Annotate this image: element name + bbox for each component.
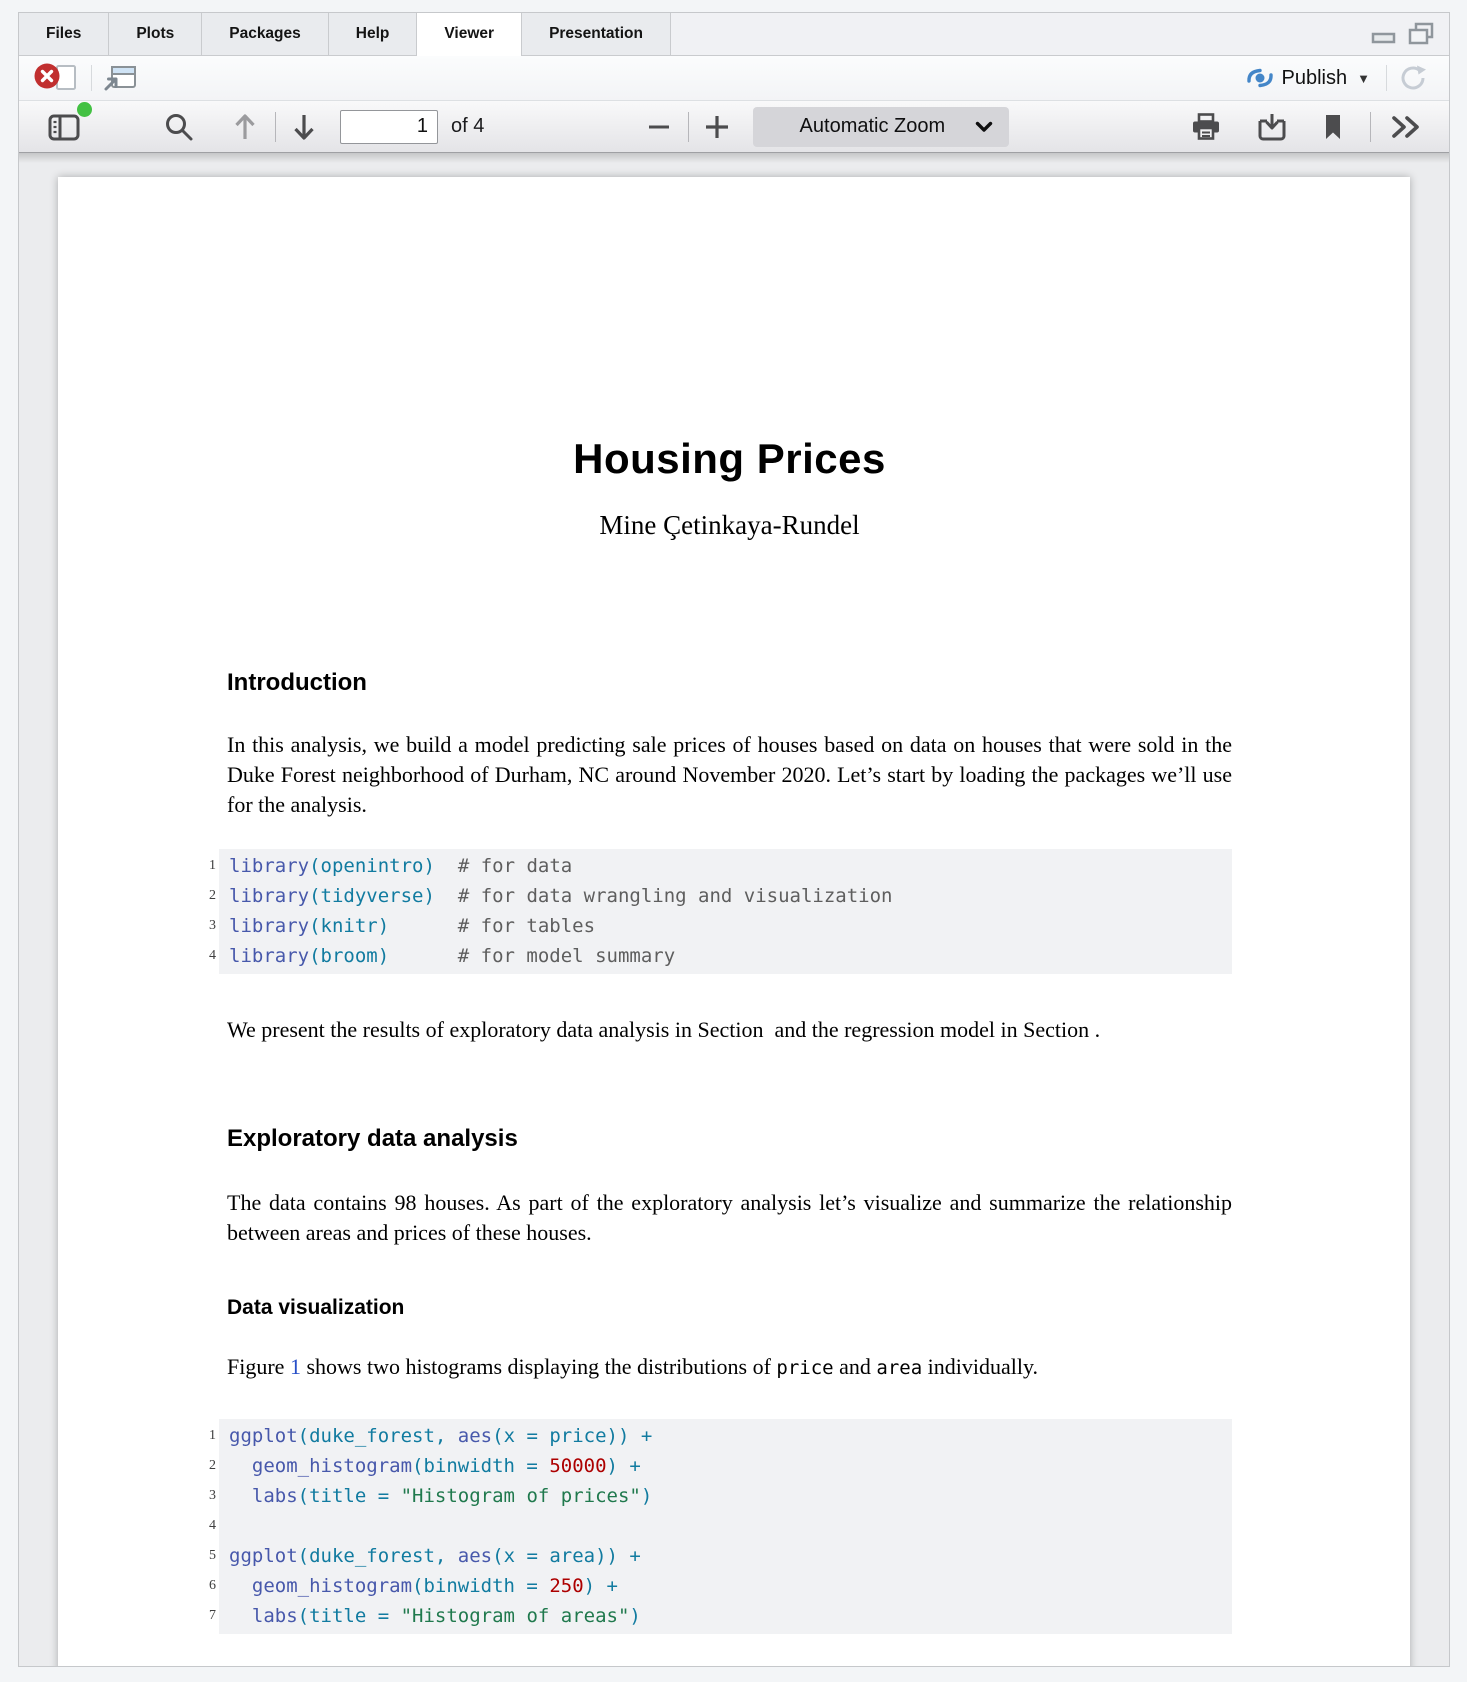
tab-packages[interactable]: Packages [202,13,329,55]
print-icon[interactable] [1186,108,1226,146]
zoom-in-icon[interactable] [699,109,735,145]
code-line-number: 4 [196,941,216,971]
code-line-number: 6 [196,1571,216,1601]
pdf-toolbar-separator [275,112,276,142]
figure-1-link[interactable]: 1 [290,1354,301,1379]
more-tools-icon[interactable] [1385,110,1427,144]
code-line-number: 7 [196,1601,216,1631]
viewer-pane: Files Plots Packages Help Viewer Present… [18,12,1450,1667]
paragraph-section-references: We present the results of exploratory da… [227,1015,1232,1045]
sidebar-toggle-button[interactable] [43,108,85,146]
pdf-page: Housing Prices Mine Çetinkaya-Rundel Int… [58,177,1410,1666]
maximize-pane-icon[interactable] [1407,22,1435,46]
code-line: 1library(openintro) # for data [229,851,1232,881]
sidebar-toggle-badge [77,102,92,117]
code-line: 3library(knitr) # for tables [229,911,1232,941]
zoom-out-icon[interactable] [642,110,676,144]
previous-page-icon[interactable] [227,108,263,146]
code-line-number: 2 [196,881,216,911]
tab-viewer[interactable]: Viewer [417,13,522,55]
paragraph-figure-reference: Figure 1 shows two histograms displaying… [227,1352,1232,1383]
refresh-icon[interactable] [1397,63,1429,93]
code-line: 3 labs(title = "Histogram of prices") [229,1481,1232,1511]
tab-help[interactable]: Help [329,13,418,55]
stop-viewer-icon[interactable] [33,61,81,95]
toolbar-separator [1386,65,1387,91]
toolbar-separator [91,65,92,91]
code-line: 1ggplot(duke_forest, aes(x = price)) + [229,1421,1232,1451]
zoom-level-label: Automatic Zoom [769,115,975,138]
code-line: 4library(broom) # for model summary [229,941,1232,971]
page-count-label: of 4 [451,115,484,138]
pdf-toolbar-separator [1370,112,1371,142]
pdf-toolbar: of 4 Automatic Zoom [19,101,1449,153]
code-line-number: 5 [196,1541,216,1571]
popout-window-icon[interactable] [102,63,138,93]
download-icon[interactable] [1252,108,1292,146]
bookmark-icon[interactable] [1318,109,1348,145]
next-page-icon[interactable] [286,108,322,146]
publish-button[interactable]: Publish ▼ [1240,64,1376,92]
section-heading-introduction: Introduction [227,669,367,697]
tab-files[interactable]: Files [19,13,109,55]
code-line-number: 3 [196,911,216,941]
inline-code: area [876,1357,922,1379]
code-block-libraries: 1library(openintro) # for data2library(t… [219,849,1232,974]
code-line-number: 2 [196,1451,216,1481]
paragraph-introduction: In this analysis, we build a model predi… [227,730,1232,820]
code-line-number: 3 [196,1481,216,1511]
code-line-number: 1 [196,1421,216,1451]
document-title: Housing Prices [227,435,1232,483]
paragraph-eda-intro: The data contains 98 houses. As part of … [227,1188,1232,1248]
pdf-toolbar-separator [688,112,689,142]
publish-label: Publish [1282,67,1348,90]
code-line-number: 4 [196,1511,216,1541]
page-number-input[interactable] [340,110,438,144]
code-line: 2library(tidyverse) # for data wrangling… [229,881,1232,911]
pdf-viewer-area[interactable]: Housing Prices Mine Çetinkaya-Rundel Int… [19,153,1449,1666]
document-author: Mine Çetinkaya-Rundel [227,510,1232,541]
subsection-heading-data-visualization: Data visualization [227,1296,404,1320]
viewer-toolbar: Publish ▼ [19,56,1449,101]
section-heading-eda: Exploratory data analysis [227,1125,518,1153]
code-line-number: 1 [196,851,216,881]
code-line: 2 geom_histogram(binwidth = 50000) + [229,1451,1232,1481]
minimize-pane-icon[interactable] [1371,23,1397,45]
search-icon[interactable] [159,107,199,147]
pane-tab-bar: Files Plots Packages Help Viewer Present… [19,13,1449,56]
code-line: 7 labs(title = "Histogram of areas") [229,1601,1232,1631]
code-line: 4 [229,1511,1232,1541]
pane-window-controls [1371,13,1435,55]
zoom-level-dropdown[interactable]: Automatic Zoom [753,107,1009,147]
code-block-histograms: 1ggplot(duke_forest, aes(x = price)) +2 … [219,1419,1232,1634]
code-line: 5ggplot(duke_forest, aes(x = area)) + [229,1541,1232,1571]
publish-icon [1246,66,1274,90]
publish-caret-icon[interactable]: ▼ [1357,71,1370,86]
code-line: 6 geom_histogram(binwidth = 250) + [229,1571,1232,1601]
tab-plots[interactable]: Plots [109,13,202,55]
chevron-down-icon [975,121,993,133]
inline-code: price [776,1357,833,1379]
tab-presentation[interactable]: Presentation [522,13,671,55]
